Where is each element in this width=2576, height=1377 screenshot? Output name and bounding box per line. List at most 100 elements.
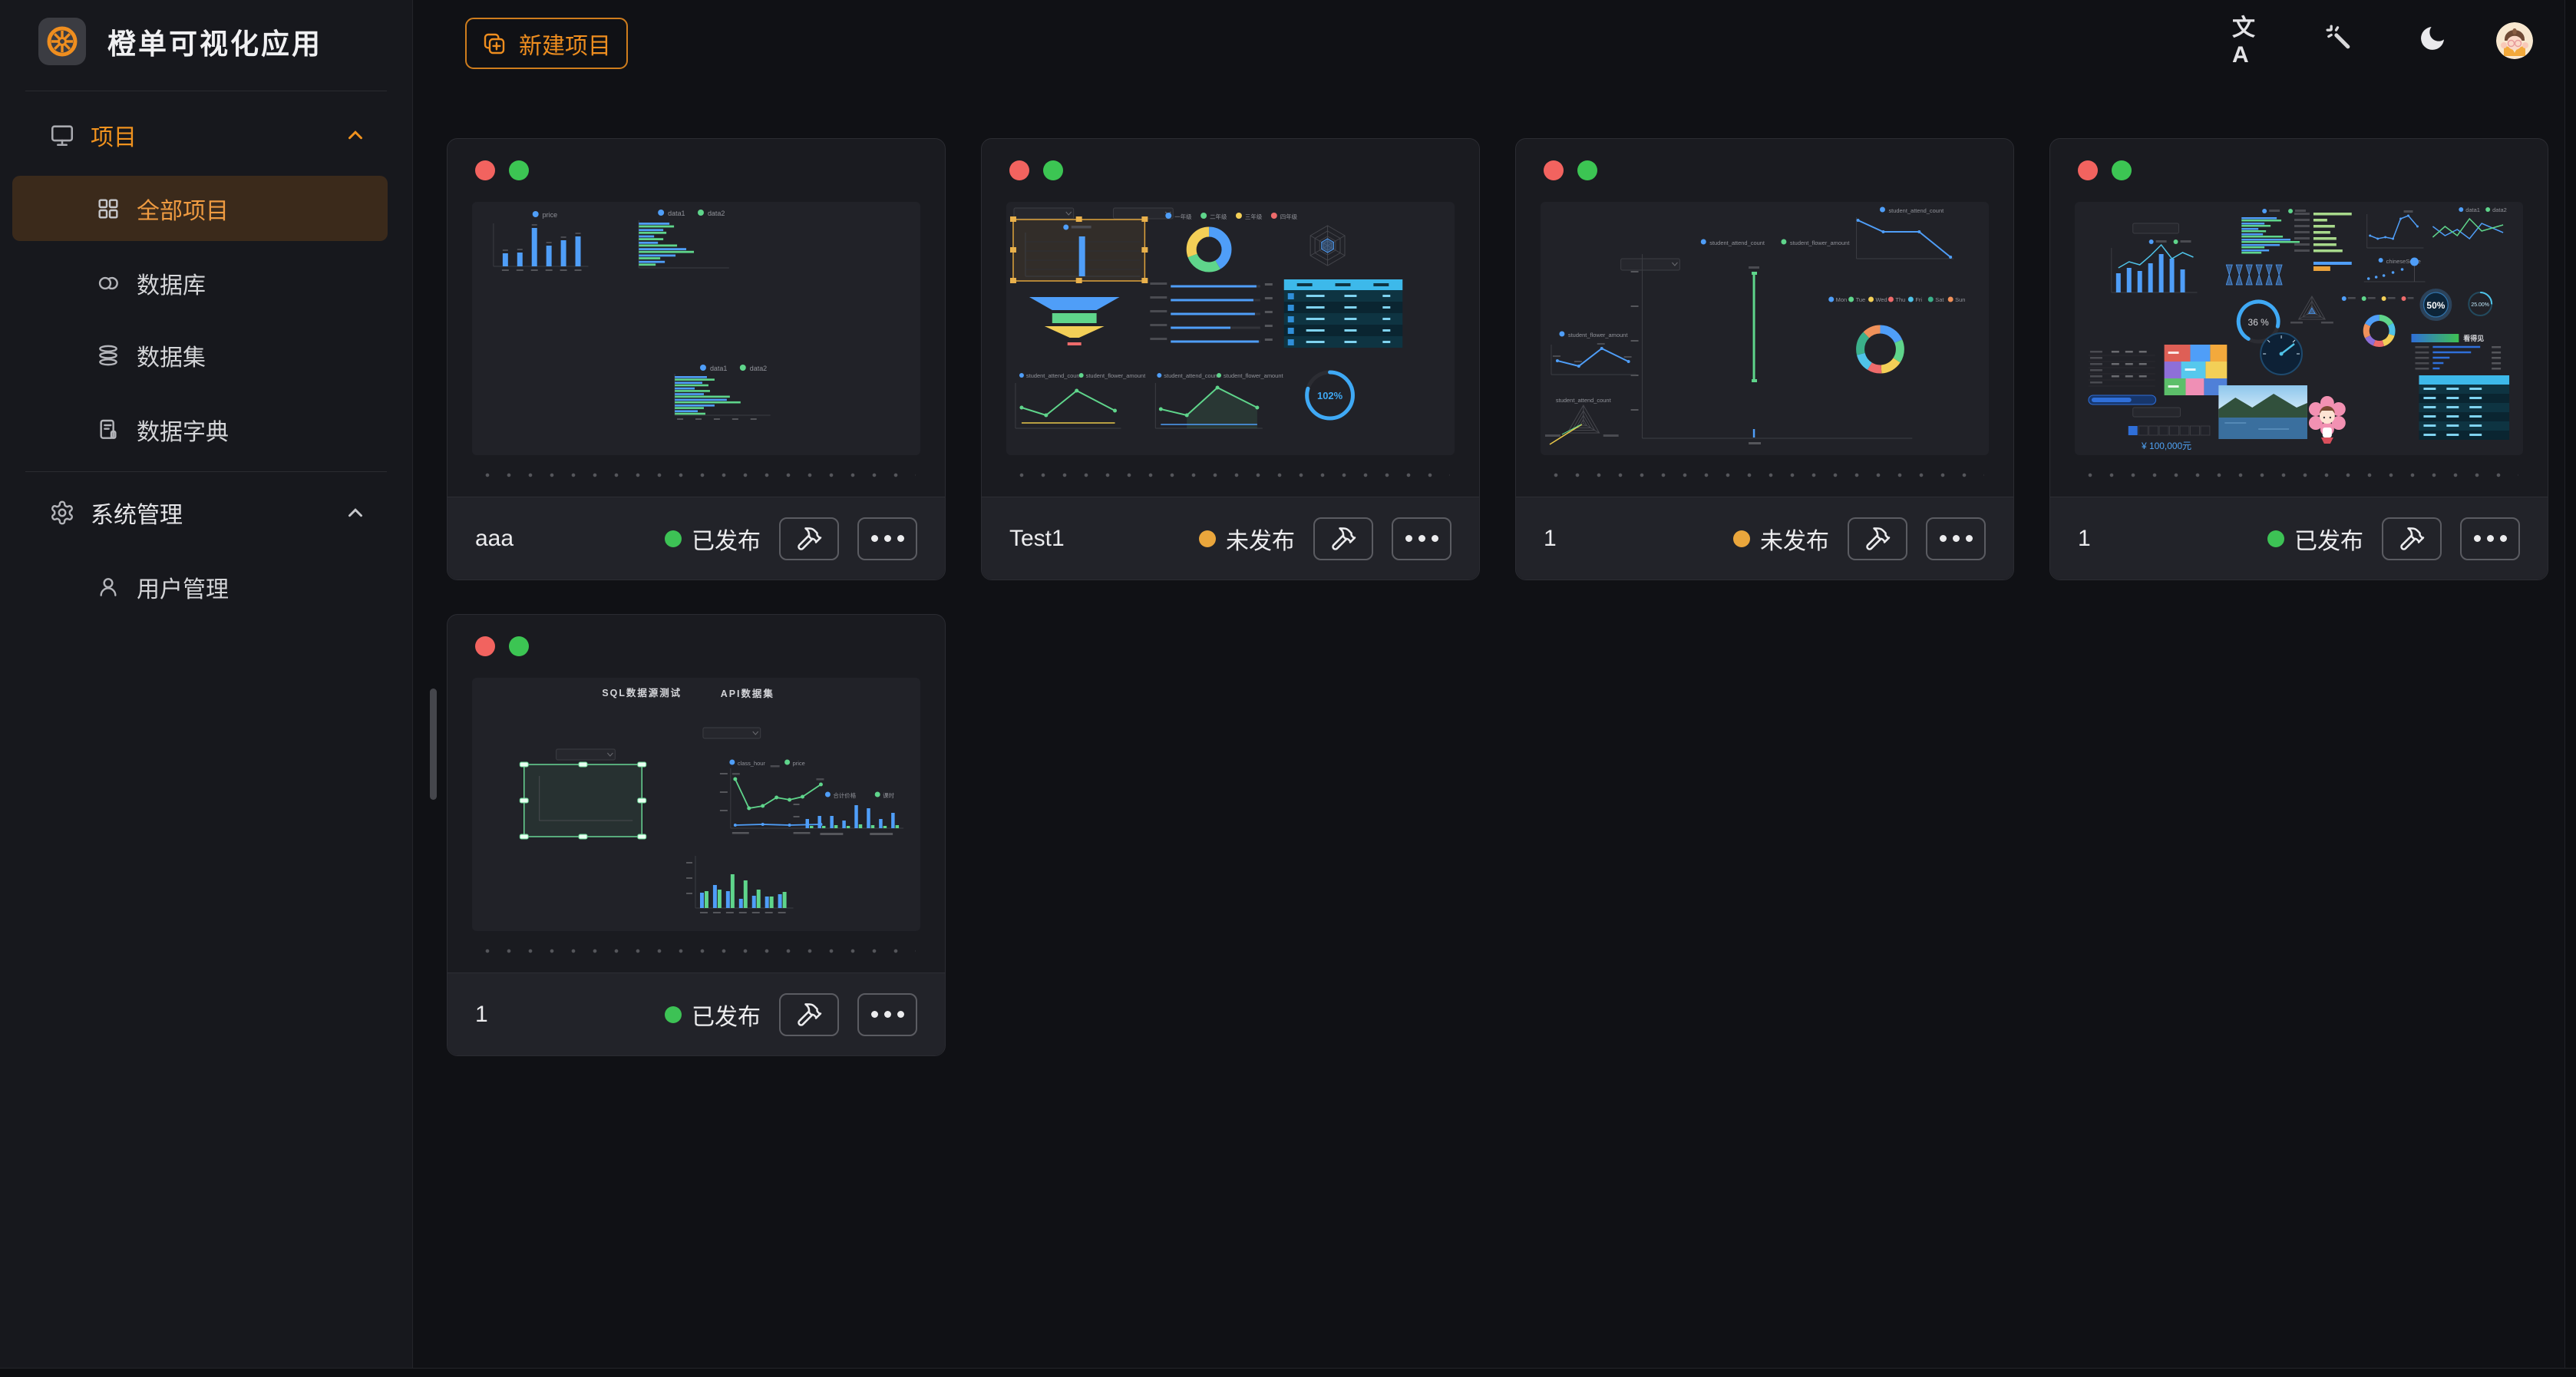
magic-wand-icon[interactable]	[2323, 21, 2356, 55]
status-dot-icon	[1733, 530, 1750, 547]
thumb-legend: class_hour	[738, 760, 766, 767]
red-dot-icon	[1009, 160, 1029, 180]
card-traffic-dots	[1544, 160, 1597, 180]
monitor-icon	[49, 122, 75, 148]
status-label: 已发布	[2294, 522, 2363, 556]
green-dot-icon	[1577, 160, 1597, 180]
user-avatar[interactable]	[2496, 22, 2533, 59]
green-dot-icon	[509, 636, 529, 656]
more-actions-button[interactable]	[1392, 517, 1451, 560]
project-title: 1	[475, 1002, 646, 1028]
sidebar: 橙单可视化应用 项目 全部项目 数据库 数据集 数据字典	[0, 0, 413, 1368]
grid-icon	[96, 196, 121, 221]
thumb-legend: 课时	[883, 791, 894, 799]
build-button[interactable]	[779, 993, 839, 1036]
card-traffic-dots	[2078, 160, 2132, 180]
sidebar-section-label: 系统管理	[91, 496, 183, 530]
sidebar-scrollbar[interactable]	[430, 688, 437, 800]
project-card[interactable]: 一年级 二年级 三年级 四年级	[981, 138, 1480, 580]
project-thumbnail[interactable]: price data1 data2	[472, 202, 920, 455]
status-badge: 已发布	[665, 522, 761, 556]
divider	[25, 471, 387, 472]
sidebar-item-user-management[interactable]: 用户管理	[12, 554, 388, 619]
thumb-legend: 四年级	[1280, 213, 1298, 220]
gear-icon	[49, 500, 75, 526]
thumb-legend: data1	[710, 365, 727, 372]
thumb-legend: Thu	[1895, 296, 1905, 303]
chevron-up-icon[interactable]	[344, 501, 367, 524]
card-traffic-dots	[475, 636, 529, 656]
orange-wheel-icon	[44, 23, 81, 60]
card-footer: aaa 已发布	[447, 497, 945, 580]
sidebar-item-label: 用户管理	[137, 570, 229, 604]
sidebar-item-label: 数据集	[137, 338, 206, 372]
sidebar-section-projects[interactable]: 项目	[0, 111, 413, 160]
card-footer: 1 已发布	[447, 972, 945, 1055]
status-label: 已发布	[692, 522, 761, 556]
more-actions-button[interactable]	[857, 993, 917, 1036]
ellipsis-icon	[1940, 535, 1973, 542]
thumb-progress-value: 102%	[1317, 390, 1343, 401]
language-icon[interactable]: 文A	[2232, 21, 2266, 55]
project-card[interactable]: price data1 data2	[447, 138, 946, 580]
project-thumbnail[interactable]: SQL数据源测试 API数据集 class_hour price	[472, 678, 920, 931]
thumb-legend: student_attend_count	[1888, 207, 1944, 214]
more-actions-button[interactable]	[2460, 517, 2520, 560]
thumb-legend: 三年级	[1245, 213, 1263, 220]
sidebar-section-system[interactable]: 系统管理	[0, 488, 413, 537]
right-scroll-track[interactable]	[2564, 0, 2576, 1368]
thumb-legend: Sun	[1955, 296, 1965, 303]
more-actions-button[interactable]	[857, 517, 917, 560]
red-dot-icon	[2078, 160, 2098, 180]
hammer-icon	[795, 1001, 823, 1029]
status-label: 未发布	[1760, 522, 1829, 556]
card-traffic-dots	[475, 160, 529, 180]
dark-mode-moon-icon[interactable]	[2416, 21, 2449, 55]
new-project-label: 新建项目	[519, 27, 611, 61]
sidebar-item-datasets[interactable]: 数据集	[12, 322, 388, 388]
chevron-up-icon[interactable]	[344, 124, 367, 147]
thumb-legend: price	[543, 211, 557, 219]
sidebar-item-label: 全部项目	[137, 192, 229, 226]
thumb-label: 看得见	[2463, 334, 2484, 342]
project-title: 1	[2078, 526, 2249, 552]
build-button[interactable]	[1313, 517, 1373, 560]
thumb-legend: student_attend_count	[1026, 372, 1082, 379]
hammer-icon	[1864, 525, 1891, 553]
thumbnail-ruler-dots	[477, 948, 916, 954]
project-card[interactable]: SQL数据源测试 API数据集 class_hour price	[447, 614, 946, 1056]
copy-plus-icon	[482, 31, 507, 56]
more-actions-button[interactable]	[1926, 517, 1986, 560]
green-dot-icon	[1043, 160, 1063, 180]
red-dot-icon	[475, 636, 495, 656]
thumb-legend: student_flower_amount	[1224, 372, 1283, 379]
thumb-legend: Fri	[1915, 296, 1922, 303]
status-label: 未发布	[1226, 522, 1295, 556]
hammer-icon	[795, 525, 823, 553]
sidebar-item-data-dictionary[interactable]: 数据字典	[12, 397, 388, 462]
hammer-icon	[1329, 525, 1357, 553]
hammer-icon	[2398, 525, 2426, 553]
build-button[interactable]	[779, 517, 839, 560]
status-dot-icon	[2267, 530, 2284, 547]
build-button[interactable]	[2382, 517, 2442, 560]
dashboard-preview: SQL数据源测试 API数据集 class_hour price	[472, 678, 920, 931]
sidebar-item-label: 数据库	[137, 266, 206, 300]
dashboard-preview: data1 data2 chineseScore 36 %	[2075, 202, 2523, 455]
build-button[interactable]	[1848, 517, 1907, 560]
sidebar-item-databases[interactable]: 数据库	[12, 250, 388, 315]
thumb-legend: 二年级	[1210, 213, 1227, 220]
thumb-legend: student_flower_amount	[1790, 239, 1850, 246]
green-dot-icon	[509, 160, 529, 180]
sidebar-item-all-projects[interactable]: 全部项目	[12, 176, 388, 241]
thumb-legend: data1	[668, 210, 685, 217]
project-card[interactable]: data1 data2 chineseScore 36 %	[2049, 138, 2548, 580]
thumb-legend: Sat	[1935, 296, 1944, 303]
project-thumbnail[interactable]: student_attend_count student_attend_coun…	[1541, 202, 1989, 455]
project-thumbnail[interactable]: 一年级 二年级 三年级 四年级	[1006, 202, 1455, 455]
document-icon	[96, 418, 121, 442]
project-card[interactable]: student_attend_count student_attend_coun…	[1515, 138, 2014, 580]
thumbnail-ruler-dots	[1545, 472, 1984, 478]
new-project-button[interactable]: 新建项目	[465, 18, 628, 69]
project-thumbnail[interactable]: data1 data2 chineseScore 36 %	[2075, 202, 2523, 455]
